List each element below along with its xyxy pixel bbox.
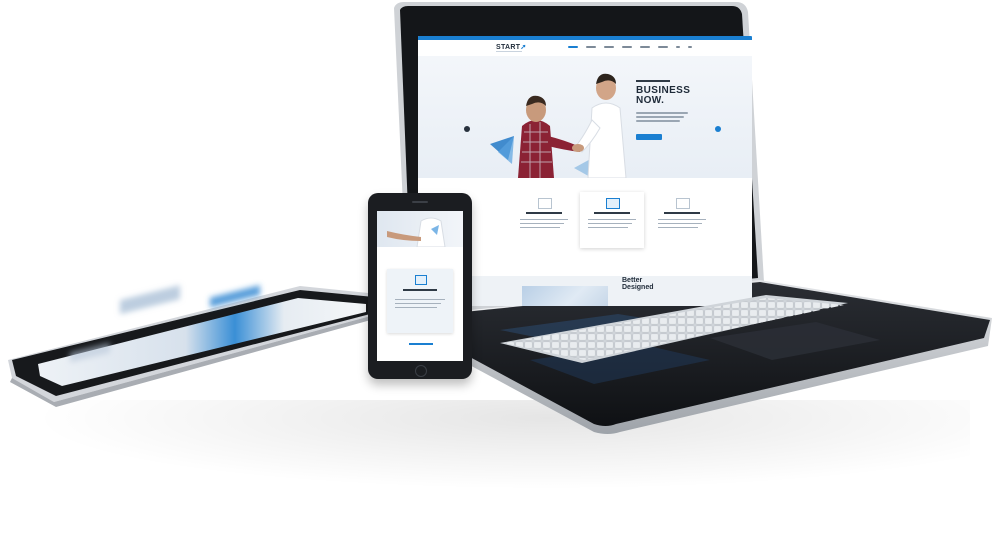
phone-screen bbox=[377, 211, 463, 361]
feature-card-title bbox=[664, 212, 700, 214]
nav-item-blog[interactable] bbox=[640, 46, 650, 48]
laptop-keyboard bbox=[500, 295, 848, 363]
site-navbar: START➚ bbox=[418, 40, 752, 57]
hero-title: BUSINESS NOW. bbox=[636, 86, 690, 106]
phone-hero-image bbox=[377, 211, 463, 248]
chart-icon bbox=[606, 198, 620, 209]
feature-card bbox=[650, 192, 714, 248]
feature-card-featured bbox=[580, 192, 644, 248]
phone-card-title bbox=[403, 289, 437, 291]
hero-handshake-image bbox=[490, 73, 627, 178]
nav-item-services[interactable] bbox=[604, 46, 614, 48]
hero-kicker bbox=[636, 80, 670, 82]
nav-item-home[interactable] bbox=[568, 46, 578, 48]
hero-description bbox=[636, 112, 688, 124]
feature-card-text bbox=[520, 219, 568, 231]
site-logo[interactable]: START➚ bbox=[496, 43, 526, 51]
search-icon[interactable] bbox=[676, 46, 680, 48]
feature-card-text bbox=[658, 219, 706, 231]
chevron-right-icon[interactable] bbox=[715, 126, 721, 132]
chart-icon bbox=[676, 198, 690, 209]
nav-item-contact[interactable] bbox=[658, 46, 668, 48]
phone-handshake-image bbox=[387, 217, 446, 248]
feature-card bbox=[512, 192, 576, 248]
phone-speaker bbox=[412, 201, 428, 203]
site-nav-menu bbox=[568, 46, 692, 48]
phone-card-text bbox=[395, 299, 445, 311]
logo-tagline bbox=[496, 51, 522, 52]
chart-icon bbox=[538, 198, 552, 209]
nav-item-portfolio[interactable] bbox=[622, 46, 632, 48]
nav-item-about[interactable] bbox=[586, 46, 596, 48]
phone-device bbox=[368, 193, 472, 379]
feature-card-title bbox=[594, 212, 630, 214]
hero-slider: BUSINESS NOW. bbox=[418, 56, 752, 178]
arrow-up-icon: ➚ bbox=[520, 44, 527, 51]
menu-icon[interactable] bbox=[688, 46, 692, 48]
hero-cta-button[interactable] bbox=[636, 134, 662, 140]
design-heading-line1: Better bbox=[622, 277, 643, 284]
logo-text: START bbox=[496, 44, 521, 51]
phone-home-button[interactable] bbox=[415, 365, 427, 377]
hero-title-line2: NOW. bbox=[636, 95, 665, 106]
feature-card-title bbox=[526, 212, 562, 214]
phone-feature-card bbox=[387, 269, 453, 333]
feature-card-text bbox=[588, 219, 636, 231]
phone-more-link[interactable] bbox=[409, 343, 433, 345]
chart-icon bbox=[415, 275, 427, 285]
tablet-body bbox=[8, 285, 378, 407]
tablet-device bbox=[0, 280, 420, 407]
chevron-left-icon[interactable] bbox=[464, 126, 470, 132]
